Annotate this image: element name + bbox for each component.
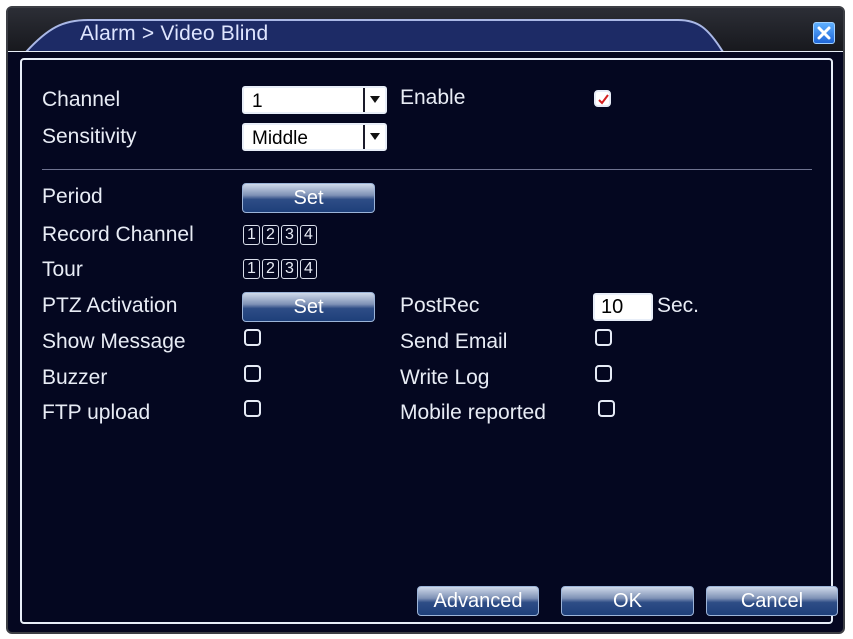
record-channel-1[interactable]: 1 bbox=[243, 225, 260, 245]
send-email-checkbox[interactable] bbox=[595, 329, 612, 346]
ptz-set-button[interactable]: Set bbox=[242, 292, 375, 322]
sensitivity-select[interactable]: Middle bbox=[242, 123, 387, 151]
tour-label: Tour bbox=[42, 258, 83, 281]
record-channel-label: Record Channel bbox=[42, 223, 194, 246]
record-channel-4[interactable]: 4 bbox=[300, 225, 317, 245]
show-message-label: Show Message bbox=[42, 330, 186, 353]
ftp-upload-label: FTP upload bbox=[42, 401, 151, 424]
sensitivity-label: Sensitivity bbox=[42, 125, 137, 148]
channel-dropdown-arrow[interactable] bbox=[363, 88, 385, 112]
tour-channel-1[interactable]: 1 bbox=[243, 259, 260, 279]
close-button[interactable] bbox=[813, 22, 835, 44]
enable-label: Enable bbox=[400, 86, 466, 109]
period-set-button[interactable]: Set bbox=[242, 183, 375, 213]
postrec-unit: Sec. bbox=[657, 294, 700, 317]
dialog-title: Alarm > Video Blind bbox=[80, 22, 269, 45]
mobile-reported-checkbox[interactable] bbox=[598, 400, 615, 417]
advanced-button[interactable]: Advanced bbox=[417, 586, 539, 616]
channel-label: Channel bbox=[42, 88, 121, 111]
buzzer-checkbox[interactable] bbox=[244, 365, 261, 382]
record-channel-2[interactable]: 2 bbox=[262, 225, 279, 245]
write-log-label: Write Log bbox=[400, 366, 490, 389]
channel-value: 1 bbox=[252, 91, 263, 112]
write-log-checkbox[interactable] bbox=[595, 365, 612, 382]
record-channel-3[interactable]: 3 bbox=[281, 225, 298, 245]
alarm-video-blind-dialog: Alarm > Video Blind Channel 1 Enable Sen… bbox=[6, 6, 845, 634]
section-divider bbox=[42, 169, 812, 170]
close-icon bbox=[817, 26, 831, 40]
buzzer-label: Buzzer bbox=[42, 366, 108, 389]
cancel-button[interactable]: Cancel bbox=[706, 586, 838, 616]
postrec-input[interactable] bbox=[593, 293, 653, 321]
ptz-activation-label: PTZ Activation bbox=[42, 294, 178, 317]
send-email-label: Send Email bbox=[400, 330, 508, 353]
show-message-checkbox[interactable] bbox=[244, 329, 261, 346]
channel-select[interactable]: 1 bbox=[242, 86, 387, 114]
chevron-down-icon bbox=[370, 133, 380, 140]
enable-checkbox[interactable] bbox=[594, 90, 611, 107]
tour-channel-4[interactable]: 4 bbox=[300, 259, 317, 279]
postrec-label: PostRec bbox=[400, 294, 480, 317]
settings-panel: Channel 1 Enable Sensitivity Middle Peri… bbox=[20, 58, 838, 624]
checkmark-icon bbox=[598, 94, 609, 105]
ftp-upload-checkbox[interactable] bbox=[244, 400, 261, 417]
mobile-reported-label: Mobile reported bbox=[400, 401, 546, 424]
tour-channel-3[interactable]: 3 bbox=[281, 259, 298, 279]
sensitivity-dropdown-arrow[interactable] bbox=[363, 125, 385, 149]
ok-button[interactable]: OK bbox=[561, 586, 694, 616]
sensitivity-value: Middle bbox=[252, 128, 308, 149]
period-label: Period bbox=[42, 185, 103, 208]
chevron-down-icon bbox=[370, 96, 380, 103]
tour-channel-2[interactable]: 2 bbox=[262, 259, 279, 279]
